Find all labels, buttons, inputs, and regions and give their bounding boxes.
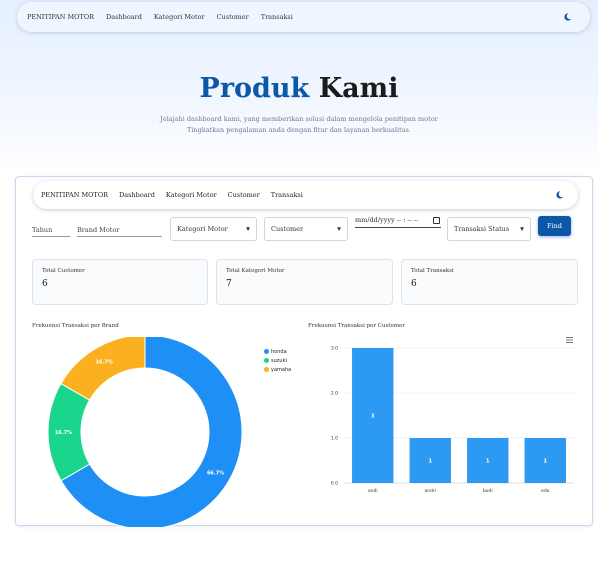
dashboard-panel: PENITIPAN MOTOR Dashboard Kategori Motor… xyxy=(15,176,593,527)
y-tick-label: 3.0 xyxy=(331,346,338,352)
donut-slice-yamaha[interactable] xyxy=(60,337,146,401)
y-tick-label: 0.0 xyxy=(331,481,338,487)
dark-mode-moon-icon[interactable] xyxy=(563,13,572,22)
hero-subtitle-line1: Jelajahi dashboard kami, yang memberikan… xyxy=(160,115,438,123)
stat-card-total-kategori-motor: Total Kategori Motor 7 xyxy=(216,259,393,305)
page-title: Produk Kami xyxy=(0,73,598,104)
x-tick-label: andri xyxy=(424,488,436,494)
chevron-down-icon: ▼ xyxy=(520,226,524,233)
inner-nav-link-kategori-motor[interactable]: Kategori Motor xyxy=(166,191,217,199)
legend-label: honda xyxy=(271,348,287,355)
nav-link-dashboard[interactable]: Dashboard xyxy=(106,13,142,21)
brand-motor-input[interactable]: Brand Motor xyxy=(77,226,162,237)
transaksi-status-select[interactable]: Transaksi Status ▼ xyxy=(447,217,531,241)
customer-bar-chart: 0.0 1.0 2.0 3.0 3 andi 1 andri 1 budi 1 edo xyxy=(331,346,574,494)
date-time-input[interactable]: mm/dd/yyyy -- : -- -- xyxy=(355,216,441,228)
chevron-down-icon: ▼ xyxy=(246,226,250,233)
inner-navbar: PENITIPAN MOTOR Dashboard Kategori Motor… xyxy=(33,181,578,209)
legend-dot xyxy=(264,367,269,372)
y-tick-label: 2.0 xyxy=(331,391,338,397)
slice-value-label: 16.7% xyxy=(55,430,72,436)
bar-value-label: 3 xyxy=(371,414,375,420)
legend-dot xyxy=(264,349,269,354)
stat-label: Total Kategori Motor xyxy=(226,268,285,274)
inner-nav-brand[interactable]: PENITIPAN MOTOR xyxy=(41,191,108,199)
x-tick-label: edo xyxy=(541,488,550,494)
x-tick-label: budi xyxy=(483,488,493,494)
legend-label: yamaha xyxy=(271,366,292,373)
top-navbar: PENITIPAN MOTOR Dashboard Kategori Motor… xyxy=(17,2,590,32)
transaksi-status-select-value: Transaksi Status xyxy=(454,225,510,233)
stat-label: Total Transaksi xyxy=(411,268,454,274)
kategori-motor-select[interactable]: Kategori Motor ▼ xyxy=(170,217,257,241)
stat-value: 6 xyxy=(411,279,417,289)
inner-dark-mode-moon-icon[interactable] xyxy=(555,191,564,200)
bar-value-label: 1 xyxy=(429,459,433,465)
slice-value-label: 16.7% xyxy=(96,359,113,365)
inner-nav-link-dashboard[interactable]: Dashboard xyxy=(119,191,155,199)
brand-donut-chart: 66.7% 16.7% 16.7% xyxy=(47,337,243,527)
nav-brand[interactable]: PENITIPAN MOTOR xyxy=(27,13,94,21)
x-tick-label: andi xyxy=(368,488,378,494)
stat-card-total-transaksi: Total Transaksi 6 xyxy=(401,259,578,305)
pie-legend: honda suzuki yamaha xyxy=(264,347,291,374)
tahun-input[interactable]: Tahun xyxy=(32,226,70,237)
bar-value-label: 1 xyxy=(544,459,548,465)
title-highlight: Produk xyxy=(199,73,310,104)
nav-link-kategori-motor[interactable]: Kategori Motor xyxy=(154,13,205,21)
legend-item-suzuki[interactable]: suzuki xyxy=(264,356,291,365)
stat-label: Total Customer xyxy=(42,268,85,274)
y-tick-label: 1.0 xyxy=(331,436,338,442)
find-button[interactable]: Find xyxy=(538,216,571,236)
legend-dot xyxy=(264,358,269,363)
slice-value-label: 66.7% xyxy=(207,471,224,477)
hero-subtitle-line2: Tingkatkan pengalaman anda dengan fitur … xyxy=(187,126,411,134)
inner-nav-link-transaksi[interactable]: Transaksi xyxy=(271,191,303,199)
nav-link-customer[interactable]: Customer xyxy=(217,13,249,21)
bar-value-label: 1 xyxy=(486,459,490,465)
pie-chart-title: Frekuensi Transaksi per Brand xyxy=(32,323,119,329)
chevron-down-icon: ▼ xyxy=(337,226,341,233)
customer-select-value: Customer xyxy=(271,225,304,233)
kategori-motor-select-value: Kategori Motor xyxy=(177,225,228,233)
stat-value: 7 xyxy=(226,279,232,289)
date-time-placeholder: mm/dd/yyyy -- : -- -- xyxy=(355,216,419,224)
stat-card-total-customer: Total Customer 6 xyxy=(32,259,208,305)
nav-link-transaksi[interactable]: Transaksi xyxy=(261,13,293,21)
customer-select[interactable]: Customer ▼ xyxy=(264,217,348,241)
legend-label: suzuki xyxy=(271,357,287,364)
legend-item-yamaha[interactable]: yamaha xyxy=(264,365,291,374)
calendar-icon[interactable] xyxy=(433,217,440,224)
stat-value: 6 xyxy=(42,279,48,289)
inner-nav-link-customer[interactable]: Customer xyxy=(228,191,260,199)
legend-item-honda[interactable]: honda xyxy=(264,347,291,356)
title-rest: Kami xyxy=(318,73,399,104)
bar-chart-title: Frekuensi Transaksi per Customer xyxy=(308,323,405,329)
